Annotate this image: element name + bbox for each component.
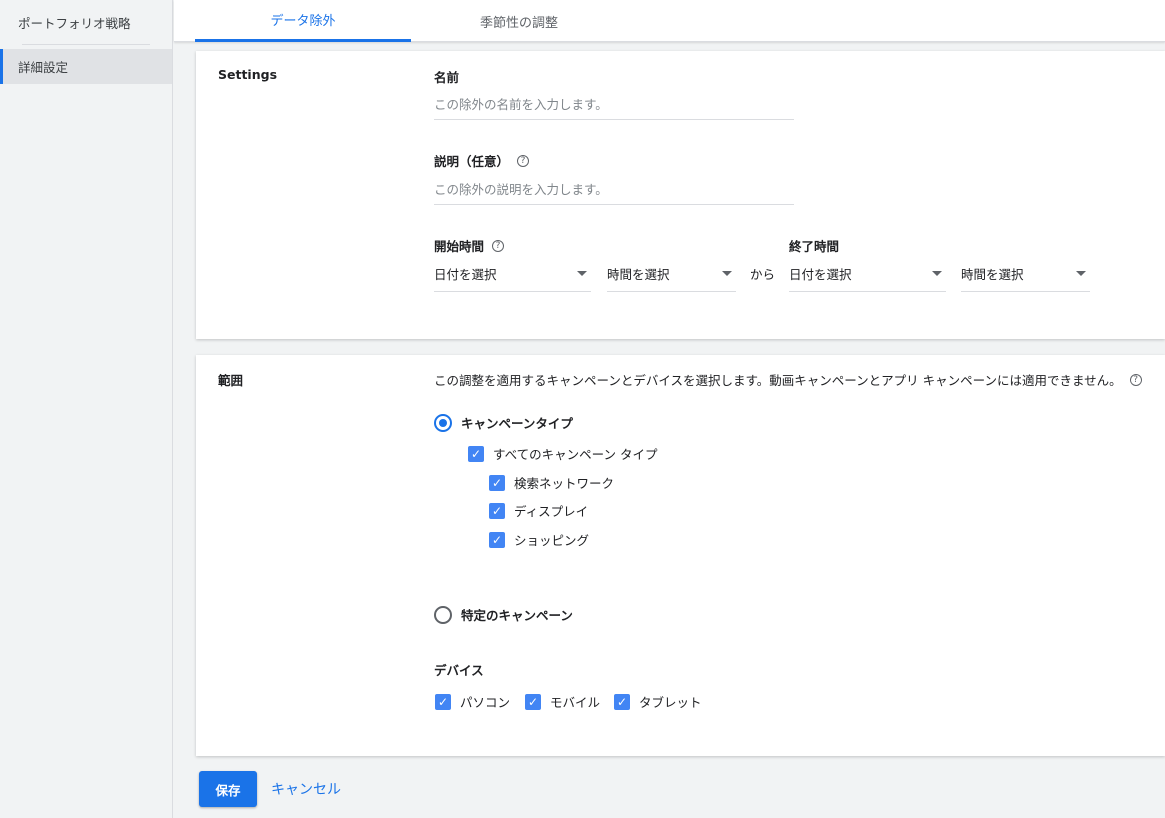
scope-description: この調整を適用するキャンペーンとデバイスを選択します。動画キャンペーンとアプリ …	[434, 370, 1142, 389]
shopping-checkbox[interactable]: ✓ ショッピング	[489, 530, 589, 549]
specific-campaigns-radio[interactable]: 特定のキャンペーン	[434, 605, 573, 624]
dropdown-arrow-icon	[577, 271, 587, 276]
checkbox-checked-icon: ✓	[489, 474, 505, 491]
tab-data-exclusion[interactable]: データ除外	[195, 0, 411, 42]
name-label-text: 名前	[434, 70, 460, 85]
devices-label: デバイス	[434, 663, 484, 678]
name-label: 名前	[434, 67, 459, 86]
from-label: から	[750, 267, 776, 282]
name-input[interactable]	[434, 90, 794, 120]
scope-description-text: この調整を適用するキャンペーンとデバイスを選択します。動画キャンペーンとアプリ …	[434, 373, 1122, 388]
help-icon[interactable]: ?	[517, 154, 530, 167]
end-date-select[interactable]: 日付を選択	[789, 256, 946, 292]
end-time-value: 時間を選択	[961, 267, 1024, 282]
radio-selected-icon	[434, 413, 452, 432]
sidebar-item-label: ポートフォリオ戦略	[18, 15, 131, 31]
device-mobile-checkbox[interactable]: ✓ モバイル	[525, 692, 600, 711]
description-label: 説明（任意） ?	[434, 151, 530, 170]
help-icon[interactable]: ?	[492, 239, 505, 252]
sidebar-item-portfolio-strategy[interactable]: ポートフォリオ戦略	[0, 0, 172, 44]
checkbox-label: タブレット	[639, 695, 702, 710]
checkbox-label: パソコン	[460, 695, 511, 710]
checkbox-label: ショッピング	[514, 533, 590, 548]
checkbox-checked-icon: ✓	[489, 531, 505, 548]
display-checkbox[interactable]: ✓ ディスプレイ	[489, 501, 588, 520]
description-input[interactable]	[434, 175, 794, 205]
start-time-select[interactable]: 時間を選択	[607, 256, 736, 292]
campaign-type-radio[interactable]: キャンペーンタイプ	[434, 413, 573, 432]
end-time-select[interactable]: 時間を選択	[961, 256, 1090, 292]
sidebar-item-advanced-settings[interactable]: 詳細設定	[0, 49, 172, 84]
checkbox-checked-icon: ✓	[489, 502, 505, 519]
checkbox-label: 検索ネットワーク	[514, 476, 615, 491]
specific-campaigns-radio-label: 特定のキャンペーン	[461, 608, 573, 623]
tab-label: データ除外	[270, 14, 336, 29]
dropdown-arrow-icon	[932, 271, 942, 276]
description-label-text: 説明（任意）	[434, 154, 510, 169]
tab-bar: データ除外 季節性の調整	[174, 0, 1165, 42]
sidebar-divider	[22, 44, 150, 45]
start-date-select[interactable]: 日付を選択	[434, 256, 591, 292]
cancel-button[interactable]: キャンセル	[271, 771, 341, 807]
checkbox-checked-icon: ✓	[435, 693, 451, 710]
checkbox-checked-icon: ✓	[525, 693, 541, 710]
all-campaign-types-checkbox[interactable]: ✓ すべてのキャンペーン タイプ	[468, 444, 657, 463]
start-time-label: 開始時間 ?	[434, 236, 505, 255]
sidebar-item-label: 詳細設定	[18, 60, 69, 75]
checkbox-label: ディスプレイ	[514, 504, 589, 519]
end-time-label-text: 終了時間	[789, 239, 840, 254]
device-tablet-checkbox[interactable]: ✓ タブレット	[614, 692, 702, 711]
device-desktop-checkbox[interactable]: ✓ パソコン	[435, 692, 510, 711]
dropdown-arrow-icon	[1076, 271, 1086, 276]
scope-card: 範囲 この調整を適用するキャンペーンとデバイスを選択します。動画キャンペーンとア…	[196, 355, 1165, 756]
checkbox-label: モバイル	[550, 695, 601, 710]
end-date-value: 日付を選択	[789, 267, 852, 282]
checkbox-checked-icon: ✓	[614, 693, 630, 710]
start-time-label-text: 開始時間	[434, 239, 485, 254]
tab-label: 季節性の調整	[479, 15, 558, 31]
checkbox-label: すべてのキャンペーン タイプ	[493, 447, 658, 462]
campaign-type-radio-label: キャンペーンタイプ	[461, 416, 573, 431]
search-network-checkbox[interactable]: ✓ 検索ネットワーク	[489, 473, 614, 492]
dropdown-arrow-icon	[722, 271, 732, 276]
settings-card: Settings 名前 説明（任意） ? 開始時間 ? 終了時間 日付を選択 時…	[196, 51, 1165, 339]
tab-seasonality-adjustment[interactable]: 季節性の調整	[411, 0, 627, 42]
scope-section-label: 範囲	[218, 373, 244, 388]
sidebar: ポートフォリオ戦略 詳細設定	[0, 0, 173, 818]
checkbox-checked-icon: ✓	[468, 445, 484, 462]
save-button[interactable]: 保存	[199, 771, 257, 807]
help-icon[interactable]: ?	[1129, 373, 1142, 386]
radio-unselected-icon	[434, 605, 452, 624]
start-date-value: 日付を選択	[434, 267, 497, 282]
settings-section-label: Settings	[218, 67, 278, 82]
start-time-value: 時間を選択	[607, 267, 670, 282]
end-time-label: 終了時間	[789, 236, 839, 255]
